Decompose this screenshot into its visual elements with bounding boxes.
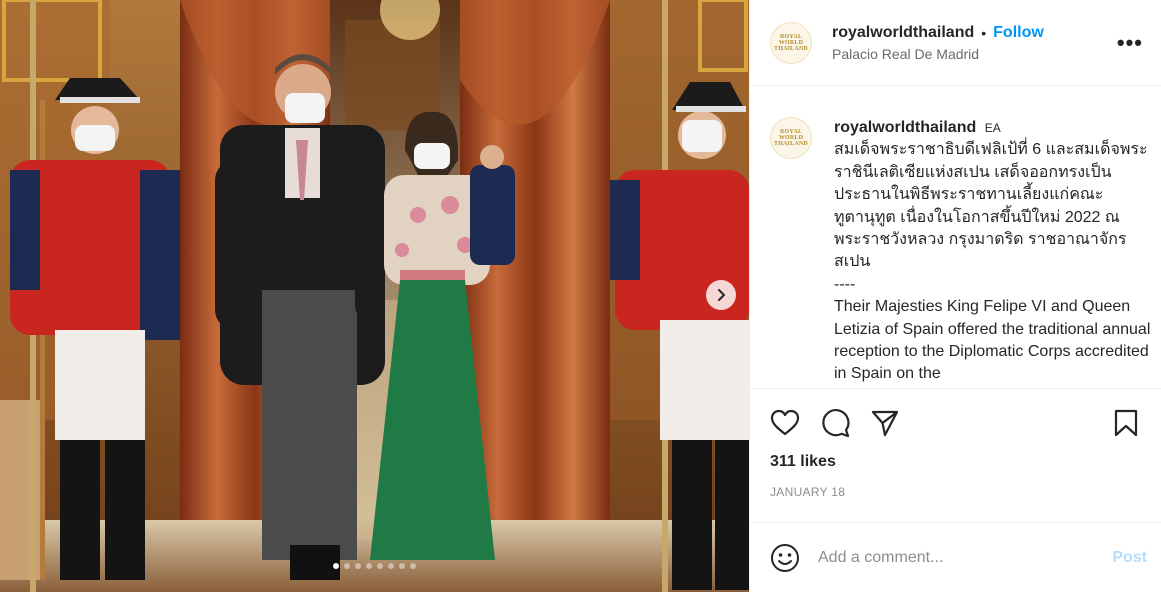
caption-thai: สมเด็จพระราชาธิบดีเฟลิเป้ที่ 6 และสมเด็จ… xyxy=(834,141,1148,271)
action-icons xyxy=(750,389,1161,457)
comment-icon[interactable] xyxy=(820,408,850,438)
post-photo[interactable] xyxy=(0,0,749,592)
carousel-dot xyxy=(388,563,394,569)
caption-text: royalworldthailand EA สมเด็จพระราชาธิบดี… xyxy=(834,117,1161,386)
smiley-icon[interactable] xyxy=(770,543,800,573)
caption-badge: EA xyxy=(984,121,1001,135)
caption-area[interactable]: ROYAL WORLD THAILAND royalworldthailand … xyxy=(750,87,1161,387)
carousel-dot xyxy=(366,563,372,569)
caption-row: ROYAL WORLD THAILAND royalworldthailand … xyxy=(750,87,1161,386)
paper-plane-icon[interactable] xyxy=(870,408,900,438)
caption-avatar[interactable]: ROYAL WORLD THAILAND xyxy=(770,117,812,159)
chevron-right-icon xyxy=(718,289,725,301)
carousel-dot xyxy=(399,563,405,569)
header-line: royalworldthailand • Follow xyxy=(832,24,1044,42)
more-options-button[interactable]: ••• xyxy=(1117,30,1143,56)
comment-bar: Post xyxy=(750,522,1161,593)
post-header: ROYAL WORLD THAILAND royalworldthailand … xyxy=(750,0,1161,86)
carousel-dots xyxy=(0,563,749,569)
carousel-dot xyxy=(355,563,361,569)
carousel-dot xyxy=(344,563,350,569)
likes-count[interactable]: 311 likes xyxy=(750,453,1161,471)
username-link[interactable]: royalworldthailand xyxy=(832,24,974,42)
header-text: royalworldthailand • Follow Palacio Real… xyxy=(832,24,1044,62)
carousel-dot xyxy=(410,563,416,569)
carousel-next-button[interactable] xyxy=(706,280,736,310)
photo-scene xyxy=(0,0,749,592)
carousel-dot xyxy=(377,563,383,569)
post-side-panel: ROYAL WORLD THAILAND royalworldthailand … xyxy=(749,0,1161,592)
avatar[interactable]: ROYAL WORLD THAILAND xyxy=(770,21,812,64)
caption-divider: ---- xyxy=(834,275,856,293)
caption-username[interactable]: royalworldthailand xyxy=(834,119,976,136)
instagram-post-modal: ROYAL WORLD THAILAND royalworldthailand … xyxy=(0,0,1161,592)
caption-avatar-logo-text: ROYAL WORLD THAILAND xyxy=(774,129,808,147)
caption-english: Their Majesties King Felipe VI and Queen… xyxy=(834,298,1151,383)
location-link[interactable]: Palacio Real De Madrid xyxy=(832,46,1044,62)
carousel-dot xyxy=(333,563,339,569)
comment-input[interactable] xyxy=(816,548,1090,568)
bookmark-icon[interactable] xyxy=(1111,408,1141,438)
separator-dot: • xyxy=(981,24,987,41)
post-comment-button[interactable]: Post xyxy=(1112,549,1147,567)
heart-icon[interactable] xyxy=(770,408,800,438)
post-date[interactable]: JANUARY 18 xyxy=(750,485,1161,499)
actions-area: 311 likes JANUARY 18 xyxy=(750,388,1161,499)
follow-button[interactable]: Follow xyxy=(993,24,1044,42)
avatar-logo-text: ROYAL WORLD THAILAND xyxy=(774,33,808,52)
